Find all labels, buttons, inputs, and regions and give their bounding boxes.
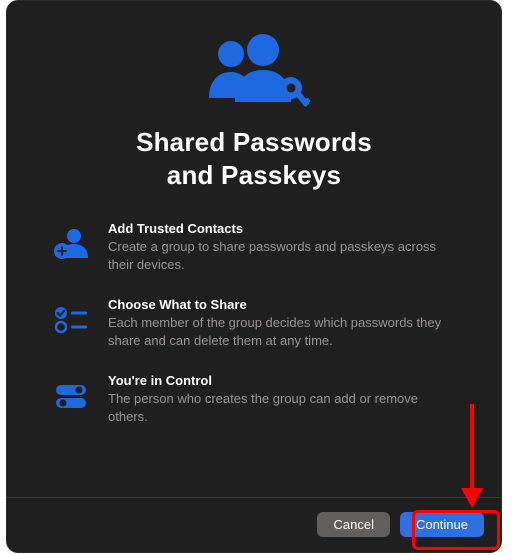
feature-desc: Each member of the group decides which p… bbox=[108, 314, 460, 349]
feature-list: Add Trusted Contacts Create a group to s… bbox=[48, 221, 460, 425]
hero-group-key-icon bbox=[195, 28, 313, 112]
add-contact-icon bbox=[52, 224, 90, 262]
feature-desc: Create a group to share passwords and pa… bbox=[108, 238, 460, 273]
dialog-footer: Cancel Continue bbox=[6, 497, 502, 553]
continue-button[interactable]: Continue bbox=[400, 512, 484, 537]
title-line-2: and Passkeys bbox=[167, 160, 341, 190]
dialog-content: Shared Passwords and Passkeys Add Truste… bbox=[6, 0, 502, 497]
feature-text: You're in Control The person who creates… bbox=[108, 373, 460, 425]
cancel-button[interactable]: Cancel bbox=[317, 512, 389, 537]
feature-youre-in-control: You're in Control The person who creates… bbox=[52, 373, 460, 425]
feature-text: Add Trusted Contacts Create a group to s… bbox=[108, 221, 460, 273]
feature-add-trusted-contacts: Add Trusted Contacts Create a group to s… bbox=[52, 221, 460, 273]
checklist-icon bbox=[52, 300, 90, 338]
feature-title: Choose What to Share bbox=[108, 297, 460, 312]
toggles-icon bbox=[52, 376, 90, 414]
shared-passwords-dialog: Shared Passwords and Passkeys Add Truste… bbox=[6, 0, 502, 553]
title-line-1: Shared Passwords bbox=[136, 127, 372, 157]
feature-title: You're in Control bbox=[108, 373, 460, 388]
feature-desc: The person who creates the group can add… bbox=[108, 390, 460, 425]
feature-choose-what-to-share: Choose What to Share Each member of the … bbox=[52, 297, 460, 349]
feature-title: Add Trusted Contacts bbox=[108, 221, 460, 236]
dialog-title: Shared Passwords and Passkeys bbox=[136, 126, 372, 191]
feature-text: Choose What to Share Each member of the … bbox=[108, 297, 460, 349]
